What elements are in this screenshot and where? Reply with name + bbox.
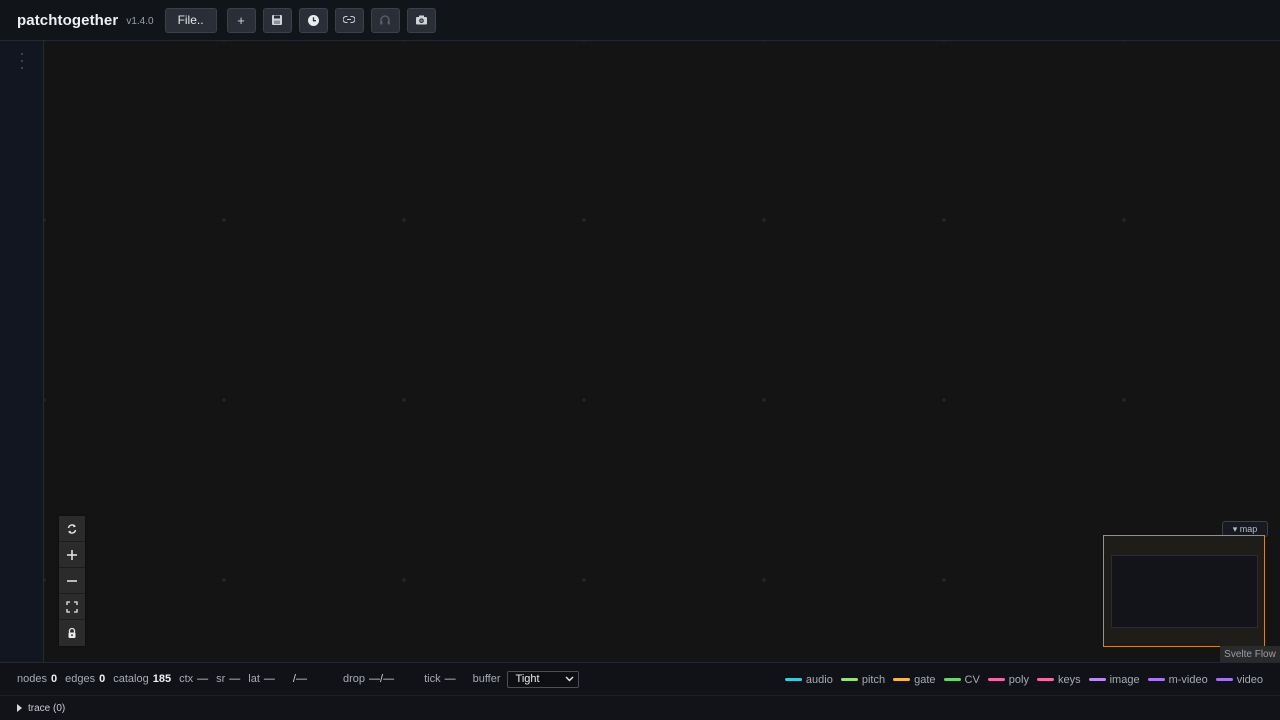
legend-swatch — [893, 678, 911, 681]
add-node-button[interactable]: + — [226, 7, 256, 33]
legend-item-pitch: pitch — [840, 673, 886, 686]
fit-view-button[interactable] — [59, 594, 85, 620]
legend-item-video: video — [1215, 673, 1263, 686]
zoom-out-icon — [67, 579, 77, 582]
legend-label: pitch — [861, 673, 886, 686]
link-button[interactable] — [334, 7, 364, 33]
legend-label: audio — [805, 673, 833, 686]
svelte-flow-attribution[interactable]: Svelte Flow — [1220, 646, 1280, 662]
lock-icon — [68, 627, 76, 638]
buffer-select[interactable]: Tight — [506, 670, 579, 688]
legend-swatch — [840, 678, 858, 681]
trace-panel-toggle[interactable]: trace (0) — [0, 695, 1280, 720]
legend-swatch — [1215, 678, 1233, 681]
latency-extra: /— — [292, 673, 307, 685]
zoom-in-button[interactable] — [59, 542, 85, 568]
flow-canvas[interactable] — [44, 41, 1280, 662]
ctx-status: ctx — — [179, 673, 209, 685]
camera-icon — [415, 15, 427, 25]
legend-swatch — [987, 678, 1005, 681]
minimap-viewport[interactable] — [1111, 555, 1258, 628]
legend-label: m-video — [1168, 673, 1208, 686]
chevron-down-icon — [565, 676, 574, 682]
edges-count: edges 0 — [65, 673, 106, 685]
legend-item-poly: poly — [987, 673, 1029, 686]
catalog-count: catalog 185 — [113, 673, 172, 685]
headphones-icon — [380, 15, 390, 25]
file-menu-button[interactable]: File.. — [164, 7, 217, 33]
tick-status: tick — — [424, 673, 456, 685]
app-root: patchtogether v1.4.0 File.. + ▾ map Svel… — [0, 0, 1280, 720]
buffer-setting: buffer Tight — [473, 670, 579, 688]
legend-label: CV — [964, 673, 980, 686]
plus-icon: + — [237, 12, 245, 28]
legend-swatch — [1147, 678, 1165, 681]
legend-swatch — [784, 678, 802, 681]
history-button[interactable] — [298, 7, 328, 33]
caret-right-icon — [17, 704, 22, 712]
header-bar: patchtogether v1.4.0 File.. + — [0, 0, 1280, 41]
legend-swatch — [1088, 678, 1106, 681]
sidebar-drag-handle[interactable] — [20, 53, 23, 69]
refresh-button[interactable] — [59, 516, 85, 542]
lock-button[interactable] — [59, 620, 85, 646]
signal-legend: audio pitch gate CV poly keys image m-video vide… — [777, 663, 1263, 696]
legend-swatch — [1036, 678, 1054, 681]
legend-item-gate: gate — [893, 673, 936, 686]
save-button[interactable] — [262, 7, 292, 33]
toolbar: + — [226, 7, 443, 33]
snapshot-button[interactable] — [406, 7, 436, 33]
legend-label: poly — [1008, 673, 1029, 686]
legend-label: image — [1109, 673, 1140, 686]
refresh-icon — [67, 523, 77, 534]
trace-label: trace (0) — [28, 702, 66, 714]
legend-item-m-video: m-video — [1147, 673, 1208, 686]
history-icon — [307, 14, 319, 26]
legend-item-image: image — [1088, 673, 1140, 686]
drop-status: drop —/— — [342, 673, 395, 685]
legend-label: gate — [914, 673, 936, 686]
app-title: patchtogether — [17, 11, 119, 29]
legend-label: video — [1236, 673, 1263, 686]
sample-rate-status: sr — — [216, 673, 241, 685]
left-sidebar — [0, 41, 44, 662]
status-bar: nodes 0 edges 0 catalog 185 ctx — sr — lat — /… — [0, 662, 1280, 695]
legend-item-keys: keys — [1036, 673, 1081, 686]
flow-controls — [59, 516, 85, 646]
headphones-button[interactable] — [370, 7, 400, 33]
legend-item-audio: audio — [784, 673, 833, 686]
fit-view-icon — [66, 600, 78, 613]
zoom-in-icon — [67, 549, 77, 560]
legend-swatch — [943, 678, 961, 681]
app-version: v1.4.0 — [126, 16, 154, 27]
save-icon — [272, 15, 283, 25]
minimap[interactable] — [1103, 535, 1265, 647]
legend-item-cv: CV — [943, 673, 980, 686]
link-icon — [343, 15, 356, 24]
latency-status: lat — — [248, 673, 275, 685]
nodes-count: nodes 0 — [17, 673, 58, 685]
zoom-out-button[interactable] — [59, 568, 85, 594]
legend-label: keys — [1057, 673, 1081, 686]
